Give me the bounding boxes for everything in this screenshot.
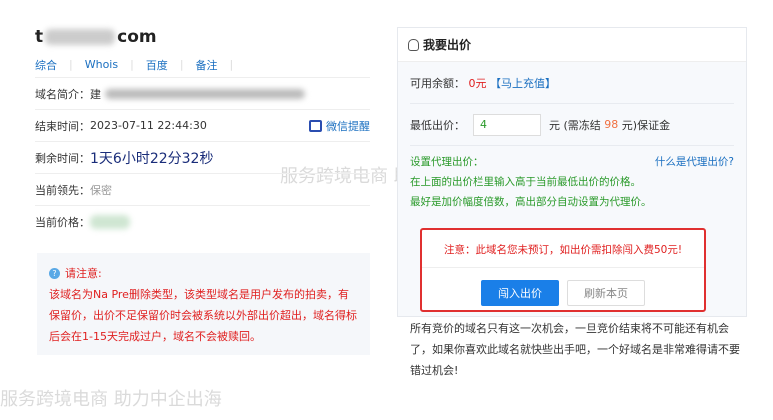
warning-text: 注意：此域名您未预订，如出价需扣除闯入费50元! <box>422 242 704 268</box>
end-time-row: 结束时间： 2023-07-11 22:44:30 微信提醒 <box>35 110 370 142</box>
question-icon: ? <box>49 268 60 279</box>
end-label: 结束时间： <box>35 119 90 133</box>
price-row: 当前价格： <box>35 206 370 238</box>
domain-info: t com 综合 | Whois | 百度 | 备注 | 域名简介： 建 结束时间： 2… <box>35 22 370 238</box>
link-baidu[interactable]: 百度 <box>146 57 168 73</box>
bid-input[interactable]: 4 <box>473 113 541 136</box>
warning-box: 注意：此域名您未预订，如出价需扣除闯入费50元! 闯入出价 刷新本页 <box>420 228 706 312</box>
wechat-label: 微信提醒 <box>326 119 370 133</box>
freeze-suffix: 元)保证金 <box>621 118 671 132</box>
proxy-section: 设置代理出价： 什么是代理出价? 在上面的出价栏里输入高于当前最低出价的价格。 最… <box>410 146 734 212</box>
intro-value: 建 <box>90 87 101 101</box>
notice-text: 该域名为Na Pre删除类型，该类型域名是用户发布的拍卖，有保留价，出价不足保留… <box>49 288 357 343</box>
panel-title: 我要出价 <box>423 38 472 52</box>
recharge-link[interactable]: 【马上充值】 <box>490 75 556 91</box>
balance-label: 可用余额： <box>410 76 465 90</box>
remain-value: 1天6小时22分32秒 <box>90 150 214 167</box>
proxy-hint-1: 在上面的出价栏里输入高于当前最低出价的价格。 <box>410 176 641 188</box>
footer-text: 所有竞价的域名只有这一次机会，一旦竞价结束将不可能还有机会了，如果你喜欢此域名就… <box>410 322 740 377</box>
bid-input-value: 4 <box>480 118 487 131</box>
proxy-help-link[interactable]: 什么是代理出价? <box>655 152 734 172</box>
link-whois[interactable]: Whois <box>85 58 118 71</box>
intro-row: 域名简介： 建 <box>35 78 370 110</box>
domain-title: t com <box>35 22 370 52</box>
freeze-value: 98 <box>604 118 619 131</box>
link-note[interactable]: 备注 <box>196 57 218 73</box>
freeze-prefix: 元 (需冻结 <box>549 118 601 132</box>
remain-row: 剩余时间： 1天6小时22分32秒 <box>35 142 370 174</box>
link-overview[interactable]: 综合 <box>35 57 57 73</box>
bid-button[interactable]: 闯入出价 <box>481 280 559 306</box>
blurred-domain <box>45 29 116 45</box>
intro-label: 域名简介： <box>35 87 90 101</box>
refresh-button[interactable]: 刷新本页 <box>567 280 645 306</box>
min-bid-label: 最低出价： <box>410 118 465 132</box>
blurred-intro <box>105 88 305 99</box>
proxy-hint-2: 最好是加价幅度倍数，高出部分自动设置为代理价。 <box>410 196 652 208</box>
bag-icon <box>408 38 419 51</box>
leader-value: 保密 <box>90 183 112 197</box>
remain-label: 剩余时间： <box>35 151 90 165</box>
leader-row: 当前领先： 保密 <box>35 174 370 206</box>
end-value: 2023-07-11 22:44:30 <box>90 119 207 132</box>
balance-value: 0元 <box>468 76 487 90</box>
panel-header: 我要出价 <box>398 28 746 62</box>
notice-box: ? 请注意: 该域名为Na Pre删除类型，该类型域名是用户发布的拍卖，有保留价，… <box>37 253 370 355</box>
leader-label: 当前领先： <box>35 183 90 197</box>
proxy-label: 设置代理出价： <box>410 156 484 168</box>
domain-prefix: t <box>35 27 44 47</box>
watermark: 服务跨境电商 助力中企出海 <box>0 389 222 410</box>
notice-title: 请注意: <box>65 267 102 280</box>
wechat-reminder-button[interactable]: 微信提醒 <box>309 118 370 134</box>
domain-suffix: com <box>117 27 157 47</box>
blurred-price <box>90 215 130 229</box>
domain-links: 综合 | Whois | 百度 | 备注 | <box>35 52 370 78</box>
min-bid-row: 最低出价： 4 元 (需冻结 98 元)保证金 <box>410 104 734 146</box>
calendar-icon <box>309 119 322 132</box>
balance-row: 可用余额： 0元 【马上充值】 <box>410 62 734 104</box>
price-label: 当前价格： <box>35 216 90 229</box>
